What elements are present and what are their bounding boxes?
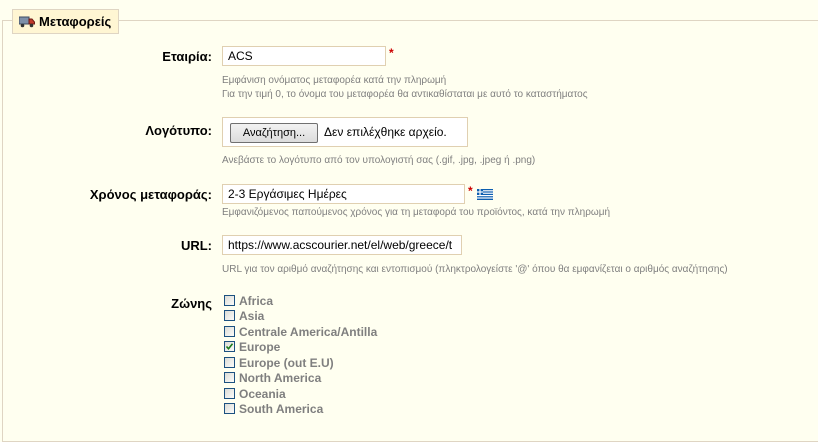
company-required-mark: * [389,46,394,60]
zone-label: Europe (out E.U) [239,355,334,370]
zone-label: Asia [239,308,265,323]
zone-item-centrale-america[interactable]: Centrale America/Antilla [224,324,377,339]
zone-label: Oceania [239,386,286,401]
truck-icon [18,16,35,28]
zones-label: Ζώνης [171,296,212,311]
zone-checkbox[interactable] [224,372,235,383]
greek-flag-icon[interactable] [477,187,493,200]
company-input[interactable]: ACS [222,46,386,66]
zone-item-asia[interactable]: Asia [224,308,264,323]
zone-checkbox[interactable] [224,403,235,414]
url-hint: URL για τον αριθμό αναζήτησης και εντοπι… [222,264,728,275]
zone-label: Centrale America/Antilla [239,324,378,339]
zone-checkbox[interactable] [224,357,235,368]
zone-item-europe[interactable]: Europe [224,339,280,354]
delay-hint: Εμφανιζόμενος παπούμενος χρόνος για τη μ… [222,207,611,218]
zone-label: Africa [239,293,274,308]
logo-label: Λογότυπο: [145,123,212,138]
browse-button[interactable]: Αναζήτηση... [230,123,318,143]
zone-item-europe-out-eu[interactable]: Europe (out E.U) [224,355,334,370]
delay-label: Χρόνος μεταφοράς: [89,187,212,202]
company-hint-2: Για την τιμή 0, το όνομα του μεταφορέα θ… [222,89,588,100]
zone-item-oceania[interactable]: Oceania [224,386,286,401]
company-label: Εταιρία: [162,49,212,64]
zone-checkbox-checked[interactable] [224,341,235,352]
zone-label: Europe [239,339,281,354]
company-hint-1: Εμφάνιση ονόματος μεταφορέα κατά την πλη… [222,75,447,86]
zone-checkbox[interactable] [224,295,235,306]
zone-checkbox[interactable] [224,388,235,399]
section-legend: Μεταφορείς [12,9,120,34]
logo-hint: Ανεβάστε το λογότυπο από τον υπολογιστή … [222,155,536,166]
zone-label: South America [239,401,324,416]
logo-file-input[interactable]: Αναζήτηση... Δεν επιλέχθηκε αρχείο. [222,117,468,147]
delay-required-mark: * [468,184,473,198]
zone-checkbox[interactable] [224,326,235,337]
zone-item-africa[interactable]: Africa [224,293,273,308]
zone-item-south-america[interactable]: South America [224,401,323,416]
zone-label: North America [239,370,322,385]
delay-input[interactable]: 2-3 Εργάσιμες Ημέρες [222,184,465,204]
section-title: Μεταφορείς [39,14,112,29]
file-status: Δεν επιλέχθηκε αρχείο. [324,125,447,139]
zone-checkbox[interactable] [224,310,235,321]
checkmark-icon [225,343,234,351]
zone-item-north-america[interactable]: North America [224,370,321,385]
url-label: URL: [180,238,212,253]
url-input[interactable]: https://www.acscourier.net/el/web/greece… [222,235,462,255]
